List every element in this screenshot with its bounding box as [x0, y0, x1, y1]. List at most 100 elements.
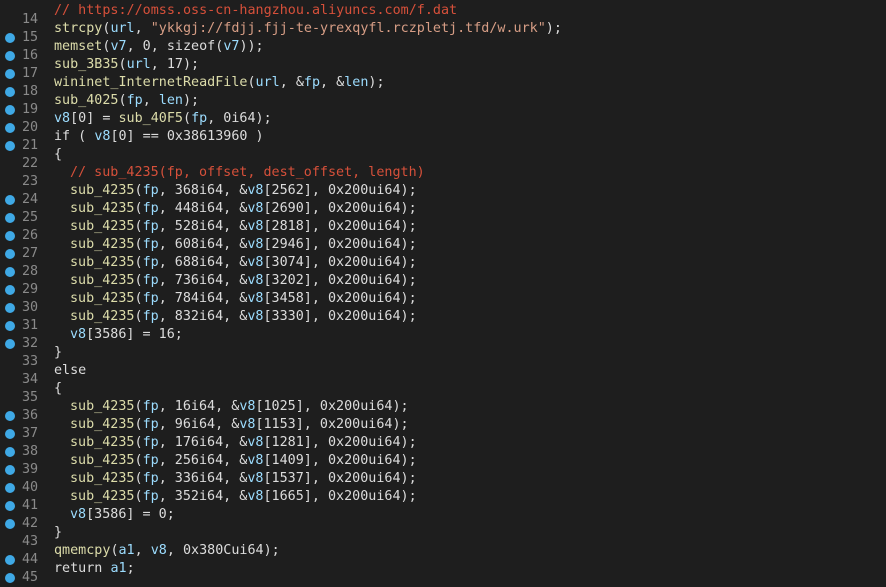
- code-line[interactable]: 22 {: [0, 146, 886, 171]
- code-line[interactable]: 43}: [0, 524, 886, 549]
- line-number: 22: [22, 156, 39, 171]
- code-token: sub_4235: [70, 417, 135, 432]
- breakpoint-icon[interactable]: [5, 429, 15, 439]
- code-line[interactable]: 23 // sub_4235(fp, offset, dest_offset, l…: [0, 164, 886, 189]
- line-number: 21: [22, 138, 39, 153]
- breakpoint-icon[interactable]: [5, 447, 15, 457]
- code-line[interactable]: 33}: [0, 344, 886, 369]
- breakpoint-icon[interactable]: [5, 213, 15, 223]
- code-token: // https://omss.oss-cn-hangzhou.aliyuncs…: [54, 3, 458, 18]
- code-line[interactable]: 24 sub_4235(fp, 368i64, & v8 [2562], 0x200u…: [0, 182, 886, 207]
- breakpoint-icon[interactable]: [5, 141, 15, 151]
- breakpoint-icon[interactable]: [5, 33, 15, 43]
- code-line[interactable]: 19 sub_4025(fp, len);: [0, 92, 886, 117]
- code-token: (: [118, 57, 127, 72]
- code-line[interactable]: 34 else: [0, 362, 886, 387]
- code-line[interactable]: 37 sub_4235(fp, 96i64, & v8 [1153], 0x200ui…: [0, 416, 886, 441]
- code-line[interactable]: 42 v8 [3586] = 0;: [0, 506, 886, 531]
- breakpoint-icon[interactable]: [5, 339, 15, 349]
- code-token: fp: [303, 75, 321, 90]
- breakpoint-icon[interactable]: [5, 573, 15, 583]
- code-text: {: [54, 146, 62, 164]
- breakpoint-icon[interactable]: [5, 411, 15, 421]
- code-line[interactable]: 26 sub_4235(fp, 528i64, & v8 [2818], 0x200u…: [0, 218, 886, 243]
- code-token: sub_4235: [70, 237, 135, 252]
- code-token: if (: [54, 129, 95, 144]
- breakpoint-icon[interactable]: [5, 123, 15, 133]
- line-number: 30: [22, 300, 39, 315]
- code-token: , 784i64, &: [158, 291, 248, 306]
- code-token: "ykkgj://fdjj.fjj-te-yrexqyfl.rczpletj.t…: [150, 21, 546, 36]
- code-token: url: [110, 21, 135, 36]
- code-token: [2562], 0x200ui64);: [263, 183, 417, 198]
- code-token: , 528i64, &: [158, 219, 248, 234]
- code-line[interactable]: 25 sub_4235(fp, 448i64, & v8 [2690], 0x200u…: [0, 200, 886, 225]
- code-token: );: [183, 93, 200, 108]
- code-token: {: [54, 381, 63, 396]
- breakpoint-icon[interactable]: [5, 555, 15, 565]
- breakpoint-icon[interactable]: [5, 69, 15, 79]
- breakpoint-icon[interactable]: [5, 231, 15, 241]
- breakpoint-icon[interactable]: [5, 519, 15, 529]
- code-line[interactable]: 41 sub_4235(fp, 352i64, & v8 [1665], 0x200u…: [0, 488, 886, 513]
- code-token: , 256i64, &: [158, 453, 248, 468]
- code-line[interactable]: 40 sub_4235(fp, 336i64, & v8 [1537], 0x200u…: [0, 470, 886, 495]
- code-token: (: [102, 21, 111, 36]
- code-line[interactable]: 30 sub_4235(fp, 784i64, & v8 [3458], 0x200u…: [0, 290, 886, 315]
- line-number: 40: [22, 480, 39, 495]
- code-line[interactable]: 15 strcpy(url, "ykkgj://fdjj.fjj-te-yrexq…: [0, 20, 886, 45]
- code-token: strcpy: [54, 21, 103, 36]
- breakpoint-icon[interactable]: [5, 87, 15, 97]
- code-line[interactable]: 16 memset(v7, 0, sizeof(v7));: [0, 38, 886, 63]
- line-number: 23: [22, 174, 39, 189]
- breakpoint-icon[interactable]: [5, 303, 15, 313]
- line-number: 26: [22, 228, 39, 243]
- code-line[interactable]: 39 sub_4235(fp, 256i64, & v8 [1409], 0x200u…: [0, 452, 886, 477]
- code-line[interactable]: 21 if ( v8 [0] == 0x38613960 ): [0, 128, 886, 153]
- code-line[interactable]: 27 sub_4235(fp, 608i64, & v8 [2946], 0x200u…: [0, 236, 886, 261]
- code-line[interactable]: 35 {: [0, 380, 886, 405]
- code-token: fp: [142, 219, 159, 234]
- line-number: 36: [22, 408, 39, 423]
- code-token: [2690], 0x200ui64);: [263, 201, 417, 216]
- breakpoint-icon[interactable]: [5, 483, 15, 493]
- breakpoint-icon[interactable]: [5, 249, 15, 259]
- line-number: 31: [22, 318, 39, 333]
- code-line[interactable]: 29 sub_4235(fp, 736i64, & v8 [3202], 0x200u…: [0, 272, 886, 297]
- breakpoint-icon[interactable]: [5, 195, 15, 205]
- breakpoint-icon[interactable]: [5, 51, 15, 61]
- code-token: fp: [142, 237, 159, 252]
- breakpoint-icon[interactable]: [5, 285, 15, 295]
- code-line[interactable]: 45 return a1;: [0, 560, 886, 585]
- code-line[interactable]: 17 sub_3B35(url, 17);: [0, 56, 886, 81]
- line-number: 17: [22, 66, 39, 81]
- code-token: , 0, sizeof(: [126, 39, 224, 54]
- code-token: return: [54, 561, 111, 576]
- breakpoint-icon[interactable]: [5, 501, 15, 511]
- code-token: // sub_4235(fp, offset, dest_offset, len…: [70, 165, 425, 180]
- code-line[interactable]: 31 sub_4235(fp, 832i64, & v8 [3330], 0x200u…: [0, 308, 886, 333]
- code-token: , 608i64, &: [158, 237, 248, 252]
- breakpoint-icon[interactable]: [5, 267, 15, 277]
- code-line[interactable]: 44 qmemcpy(a1, v8, 0x380Cui64);: [0, 542, 886, 567]
- code-text: {: [54, 380, 62, 398]
- code-line[interactable]: 36 sub_4235(fp, 16i64, & v8 [1025], 0x200ui…: [0, 398, 886, 423]
- code-line[interactable]: 38 sub_4235(fp, 176i64, & v8 [1281], 0x200u…: [0, 434, 886, 459]
- code-token: fp: [142, 291, 159, 306]
- code-token: [3586] = 16;: [86, 327, 183, 342]
- code-line[interactable]: 18 wininet_InternetReadFile(url, & fp, & le…: [0, 74, 886, 99]
- breakpoint-icon[interactable]: [5, 321, 15, 331]
- code-token: url: [255, 75, 280, 90]
- code-token: else: [54, 363, 87, 378]
- code-line[interactable]: 14 // https://omss.oss-cn-hangzhou.aliyun…: [0, 2, 886, 27]
- breakpoint-icon[interactable]: [5, 465, 15, 475]
- code-line[interactable]: 28 sub_4235(fp, 688i64, & v8 [3074], 0x200u…: [0, 254, 886, 279]
- breakpoint-icon[interactable]: [5, 105, 15, 115]
- code-text: qmemcpy(a1, v8, 0x380Cui64);: [54, 542, 280, 560]
- code-token: sub_4025: [54, 93, 119, 108]
- code-token: v8: [239, 399, 256, 414]
- code-line[interactable]: 32 v8 [3586] = 16;: [0, 326, 886, 351]
- code-token: (: [118, 93, 127, 108]
- code-line[interactable]: 20 v8 [0] = sub_40F5(fp, 0i64);: [0, 110, 886, 135]
- code-editor[interactable]: 14 // https://omss.oss-cn-hangzhou.aliyun…: [0, 0, 886, 585]
